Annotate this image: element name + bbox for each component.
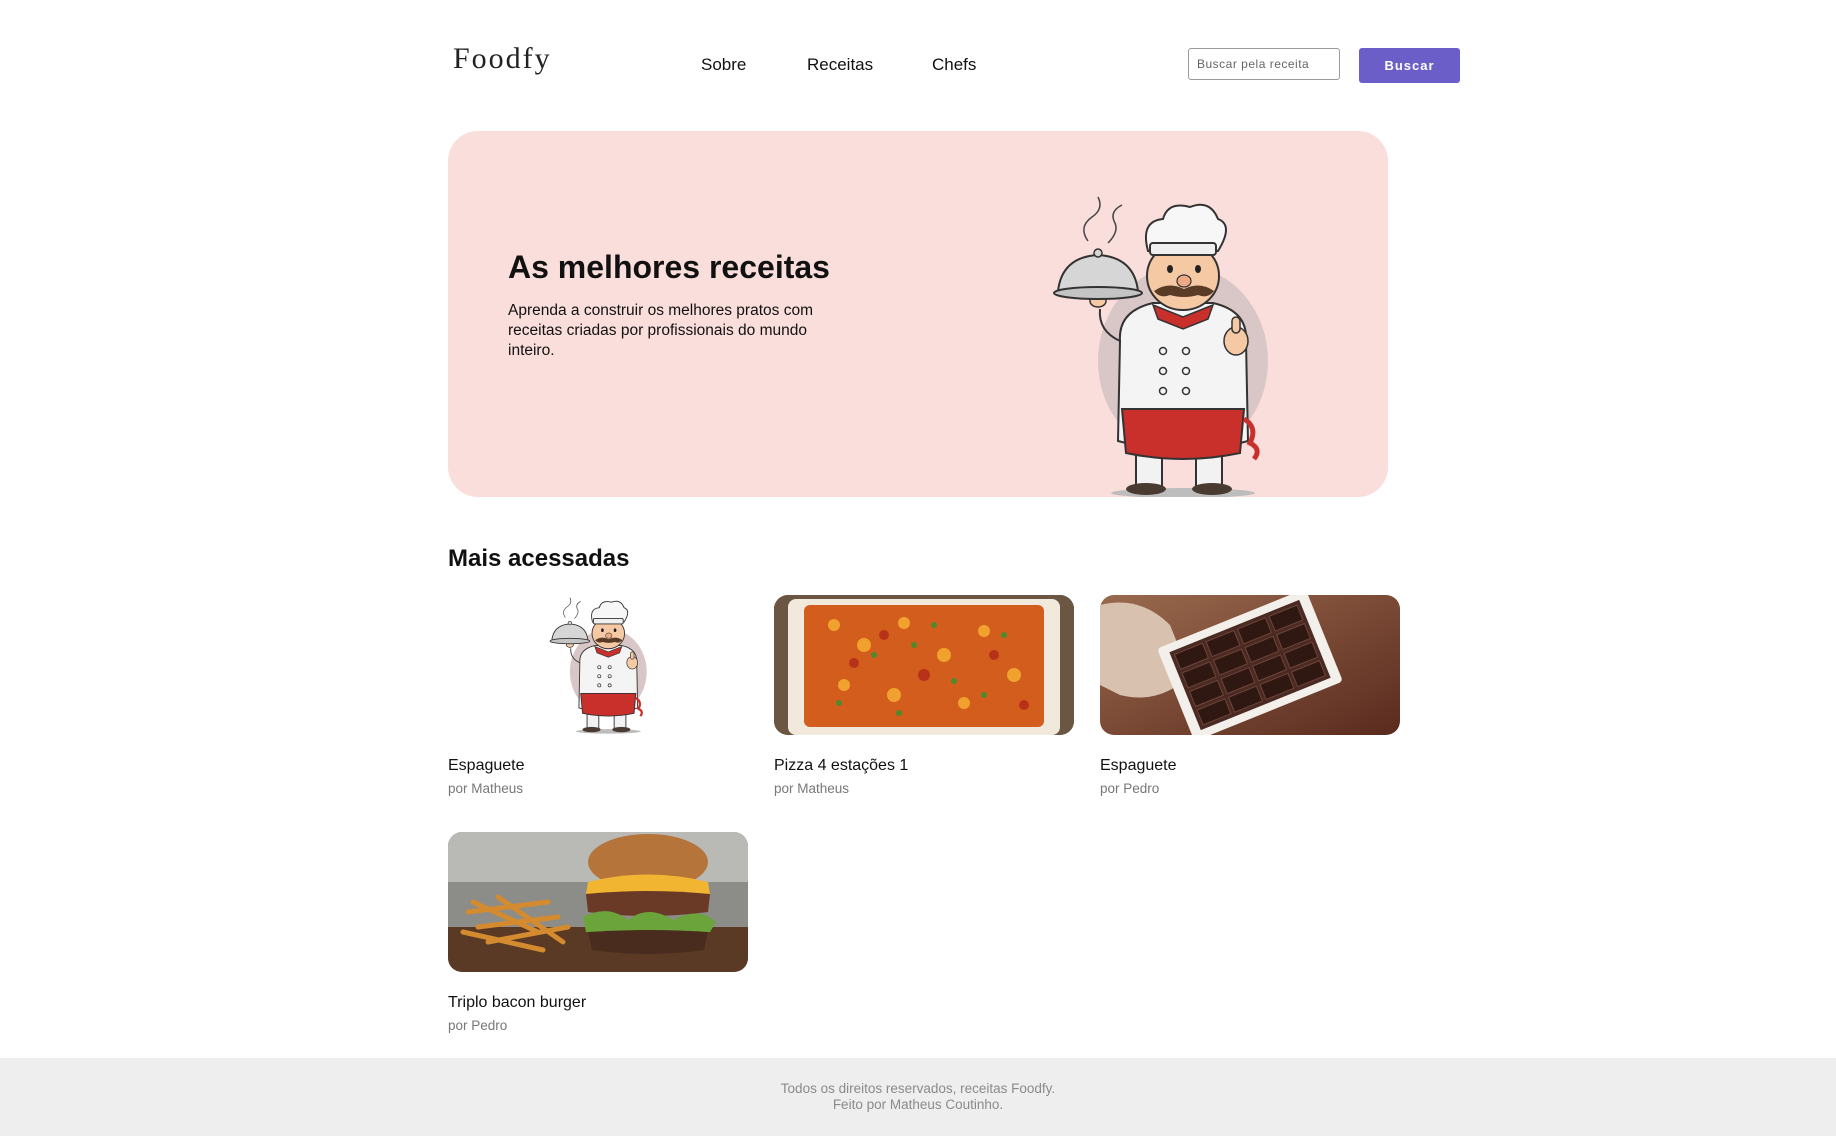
recipe-title[interactable]: Pizza 4 estações 1 — [774, 757, 908, 775]
search-input[interactable] — [1188, 48, 1340, 80]
chocolate-box-photo — [1100, 595, 1400, 735]
hero-banner: As melhores receitas Aprenda a construir… — [448, 131, 1388, 497]
burger-fries-photo — [448, 832, 748, 972]
recipe-image-pasta[interactable] — [774, 595, 1074, 735]
hero-title: As melhores receitas — [508, 249, 830, 285]
chef-illustration — [1038, 191, 1278, 497]
recipe-image-chef[interactable] — [448, 595, 748, 735]
recipe-author: por Matheus — [448, 781, 524, 796]
search-button[interactable]: Buscar — [1359, 48, 1460, 83]
recipe-author: por Pedro — [448, 1018, 508, 1033]
recipe-author: por Matheus — [774, 781, 850, 796]
footer: Todos os direitos reservados, receitas F… — [0, 1058, 1836, 1136]
section-title: Mais acessadas — [448, 545, 630, 572]
footer-copyright: Todos os direitos reservados, receitas F… — [780, 1081, 1056, 1096]
page: Foodfy Sobre Receitas Chefs Buscar As me… — [0, 0, 1836, 1136]
nav-chefs[interactable]: Chefs — [932, 55, 976, 75]
recipe-title[interactable]: Espaguete — [448, 757, 525, 775]
recipe-image-burger[interactable] — [448, 832, 748, 972]
hero-text: Aprenda a construir os melhores pratos c… — [508, 302, 813, 359]
pasta-bake-photo — [774, 595, 1074, 735]
footer-credits: Feito por Matheus Coutinho. — [832, 1097, 1004, 1112]
recipe-title[interactable]: Espaguete — [1100, 757, 1177, 775]
logo[interactable]: Foodfy — [453, 42, 552, 76]
recipe-author: por Pedro — [1100, 781, 1160, 796]
chef-illustration-thumb — [548, 596, 648, 735]
recipe-card[interactable]: Triplo bacon burger por Pedro — [448, 832, 748, 1033]
recipe-image-chocolate[interactable] — [1100, 595, 1400, 735]
nav-sobre[interactable]: Sobre — [701, 55, 746, 75]
recipe-title[interactable]: Triplo bacon burger — [448, 994, 586, 1012]
recipe-card[interactable]: Espaguete por Pedro — [1100, 595, 1400, 796]
recipe-card[interactable]: Pizza 4 estações 1 por Matheus — [774, 595, 1074, 796]
recipe-card[interactable]: Espaguete por Matheus — [448, 595, 748, 796]
nav-receitas[interactable]: Receitas — [807, 55, 873, 75]
